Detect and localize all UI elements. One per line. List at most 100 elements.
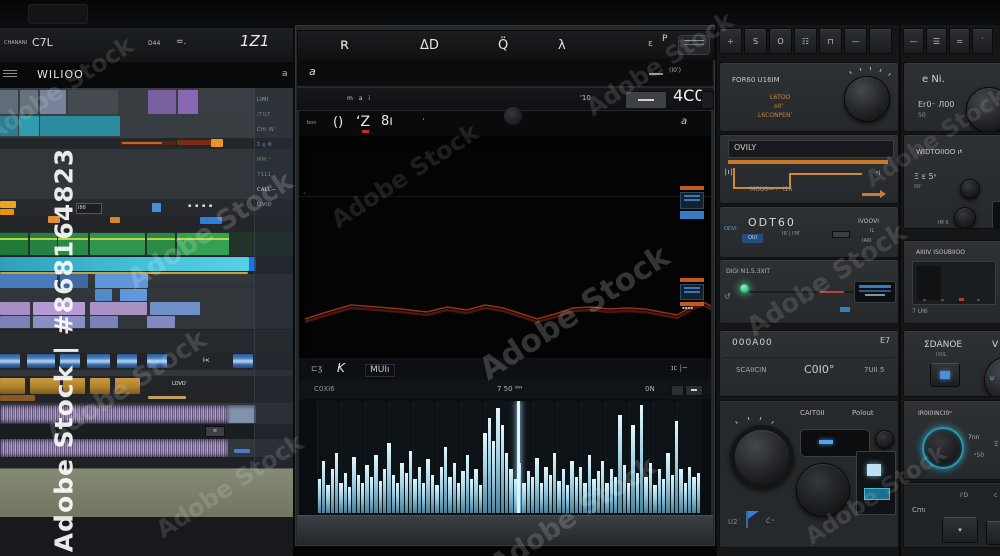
clip[interactable] [87, 354, 110, 368]
dh-paren-glyph[interactable]: () [333, 116, 343, 129]
clip[interactable] [147, 316, 175, 328]
p-button[interactable]: P [662, 35, 667, 44]
clip[interactable] [147, 354, 167, 368]
rack-button[interactable]: ☷ [794, 28, 817, 54]
tool-lambda-glyph[interactable]: λ [558, 39, 566, 52]
clip[interactable] [233, 354, 253, 368]
inspector-item[interactable]: Σ·χ·Φ [257, 142, 292, 148]
clip[interactable] [178, 90, 198, 114]
rack-button[interactable]: — [844, 28, 867, 54]
clip[interactable] [0, 257, 249, 271]
clip[interactable] [90, 378, 110, 394]
list-lines-icon[interactable] [3, 68, 17, 79]
clip[interactable] [0, 116, 18, 136]
tool-glyph-button[interactable]: C7L [32, 37, 53, 48]
header-knob[interactable] [504, 107, 522, 125]
inspector-item[interactable]: MM ˣ [257, 157, 292, 163]
clip[interactable] [0, 405, 228, 423]
clip[interactable] [30, 233, 57, 255]
filter-knob[interactable] [844, 76, 890, 122]
key-down-button[interactable]: ▾ [942, 517, 978, 543]
dh-z-glyph[interactable]: ʻZ [356, 115, 370, 129]
inspector-item[interactable]: LIVID [257, 202, 292, 208]
rack-button[interactable]: O [769, 28, 792, 54]
clip[interactable] [0, 439, 228, 457]
ftr-glyph-1[interactable]: ⊏ʒ [311, 365, 322, 373]
clip[interactable] [115, 378, 140, 394]
clip[interactable] [95, 274, 148, 288]
clip[interactable] [211, 139, 223, 147]
inspector-item[interactable]: 7111 [257, 172, 292, 178]
clip[interactable] [63, 378, 85, 394]
inspector-item[interactable]: /TILT [257, 112, 292, 118]
clip[interactable] [33, 316, 85, 328]
a-glyph[interactable]: a [309, 66, 316, 77]
clip[interactable] [40, 116, 120, 136]
glow-square[interactable] [867, 464, 881, 476]
clip[interactable] [200, 90, 255, 114]
clip[interactable] [58, 233, 88, 255]
rack-button[interactable]: ˙ [972, 28, 993, 54]
rack-button[interactable]: ⊓ [819, 28, 842, 54]
master-big-knob[interactable] [730, 425, 794, 489]
mini-slider[interactable] [649, 73, 663, 75]
rack-button[interactable]: ☰ [926, 28, 947, 54]
odt-blue-chip[interactable]: OUI [742, 234, 764, 243]
orange-level-bar[interactable] [728, 160, 888, 164]
value-button[interactable] [625, 91, 667, 109]
rotor-knob[interactable] [922, 427, 964, 469]
inspector-item[interactable]: CALL— [257, 187, 292, 193]
playhead-cursor[interactable] [517, 401, 520, 513]
clip[interactable] [0, 90, 18, 114]
clip[interactable] [150, 302, 200, 315]
clip[interactable] [110, 217, 120, 223]
clip[interactable] [33, 302, 85, 315]
clip[interactable] [148, 396, 186, 399]
clip[interactable] [0, 378, 25, 394]
clip[interactable] [0, 274, 57, 288]
cyan-chip[interactable] [864, 488, 890, 500]
blue-chipbox-1[interactable] [680, 192, 704, 209]
clip[interactable] [20, 90, 38, 114]
rack-button[interactable]: ≂ [949, 28, 970, 54]
sdanoe-key[interactable] [930, 363, 960, 387]
key-side-button[interactable] [986, 521, 1000, 545]
dh-8-glyph[interactable]: 8ı [381, 115, 393, 128]
dh-right-glyph[interactable]: a [681, 117, 687, 127]
tool-delta-glyph[interactable]: ΔD [420, 39, 439, 52]
inspector-item[interactable]: LIMI [257, 97, 292, 103]
toolbar-center-label[interactable]: D44 [148, 41, 160, 47]
eq-glyph-button[interactable]: =. [176, 38, 186, 47]
eni-knob[interactable] [966, 87, 1000, 131]
width-knob-2[interactable] [954, 207, 976, 228]
orange-chip-1[interactable] [680, 186, 704, 190]
clip[interactable] [228, 405, 256, 423]
rack-button[interactable] [869, 28, 892, 54]
blue-flag-icon[interactable] [748, 511, 759, 519]
loop-icon[interactable]: ↺ [724, 293, 731, 301]
lane-menu-button[interactable]: ≡ [205, 426, 225, 437]
clip[interactable] [68, 90, 118, 114]
clip[interactable] [177, 140, 212, 145]
master-small-button[interactable] [875, 430, 894, 449]
blue-chipbox-2[interactable] [680, 284, 704, 300]
value-side-button[interactable] [701, 91, 714, 109]
epsilon-button[interactable]: ε [648, 40, 653, 49]
clip[interactable] [0, 395, 35, 401]
clip[interactable] [48, 216, 60, 223]
digi-readout[interactable] [854, 281, 896, 303]
toolbar-right-label[interactable]: 1Z1 [240, 34, 269, 49]
marker-box[interactable]: I88 [76, 203, 102, 214]
clip[interactable] [0, 201, 16, 208]
orange-chip-2[interactable] [680, 278, 704, 282]
grid-button-1[interactable] [671, 385, 684, 396]
clip[interactable] [122, 142, 162, 144]
rack-button[interactable]: S [744, 28, 767, 54]
orange-arrow-icon[interactable] [862, 193, 880, 196]
master-knob-2[interactable] [796, 463, 850, 517]
blue-chip-1[interactable] [680, 211, 704, 219]
clip[interactable] [40, 90, 66, 114]
clip[interactable] [90, 302, 147, 315]
clip[interactable] [0, 233, 28, 255]
rack-button[interactable]: — [903, 28, 924, 54]
